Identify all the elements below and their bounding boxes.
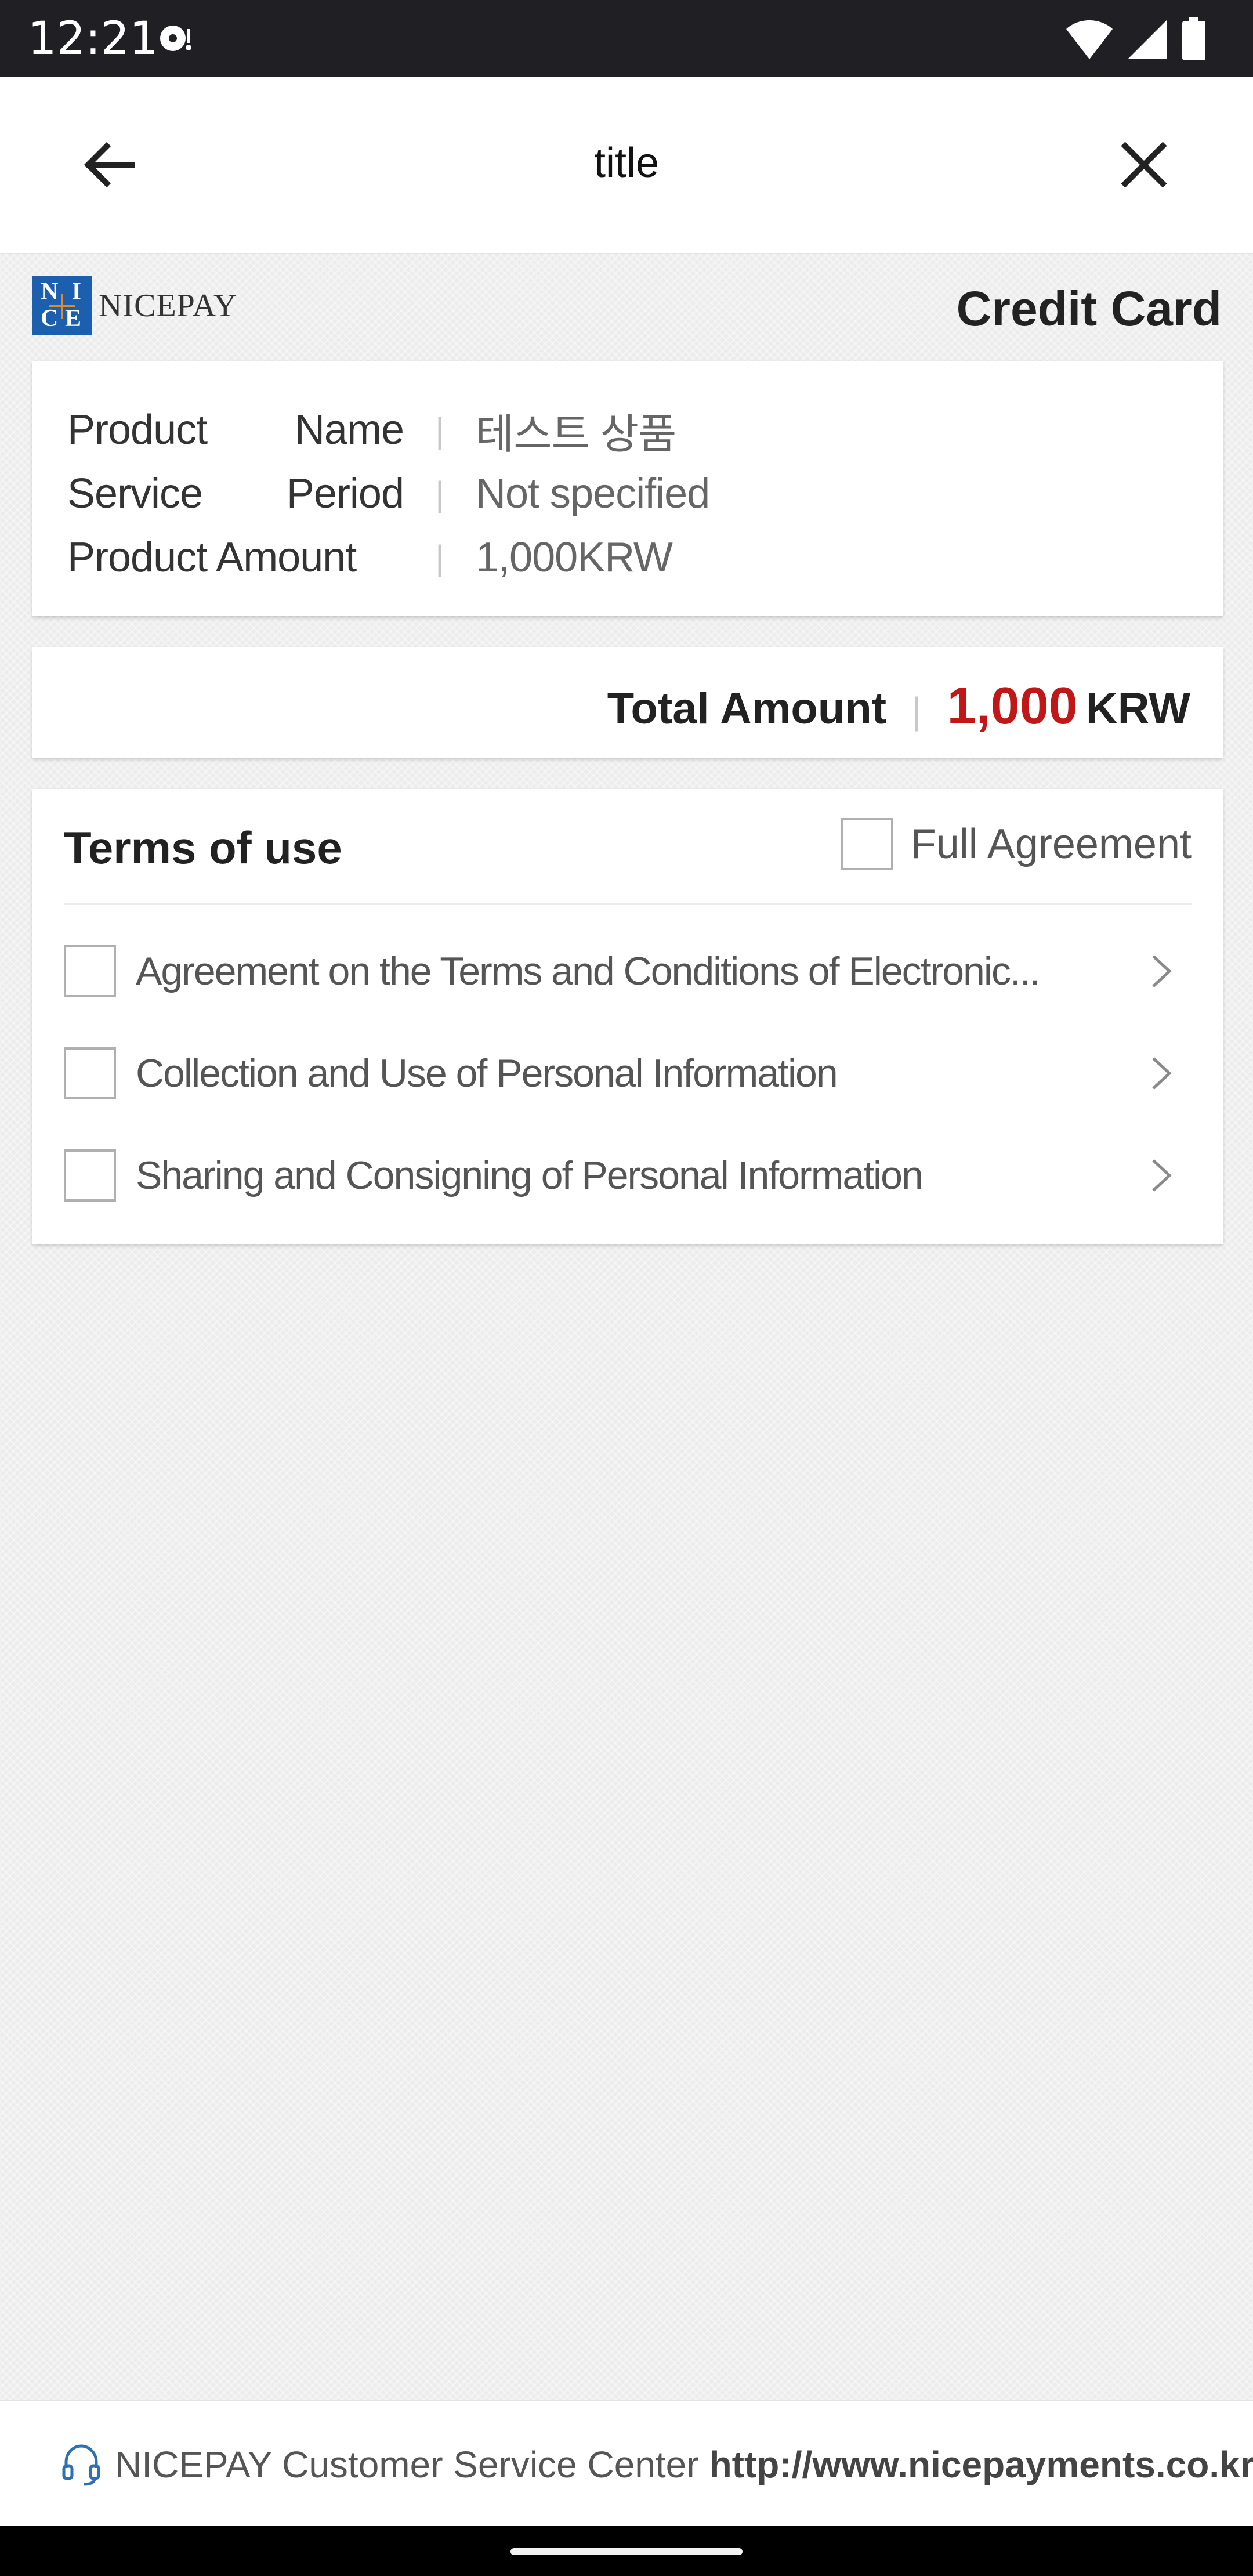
order-info-card: Product Name | 테스트 상품 Service Period | N…: [32, 361, 1223, 616]
term-label: Collection and Use of Personal Informati…: [136, 1051, 837, 1095]
terms-title: Terms of use: [64, 822, 342, 873]
full-agreement-label: Full Agreement: [910, 821, 1192, 867]
signal-icon: [1128, 20, 1167, 59]
customer-service-link[interactable]: http://www.nicepayments.co.kr: [709, 2443, 1253, 2486]
logo-letter: C: [41, 305, 59, 332]
battery-icon: [1182, 17, 1205, 60]
logo-letter: N: [41, 278, 59, 305]
divider: |: [435, 410, 444, 450]
info-key: Product Name: [67, 406, 404, 454]
status-time: 12:21: [28, 13, 158, 65]
divider: |: [435, 474, 444, 513]
logo-wordmark: NICEPAY: [99, 288, 238, 324]
divider: |: [912, 690, 922, 732]
logo-letter: E: [64, 305, 81, 332]
info-key-part: Product Amount: [67, 534, 357, 581]
info-key-part: Product: [67, 407, 208, 453]
payment-method-label: Credit Card: [956, 281, 1222, 336]
chevron-right-icon[interactable]: [1143, 1157, 1178, 1194]
info-row-product-name: Product Name | 테스트 상품: [67, 398, 1169, 462]
total-currency: KRW: [1085, 684, 1190, 733]
term-checkbox[interactable]: [64, 945, 116, 997]
wifi-icon: [1066, 20, 1113, 59]
status-icons: [1065, 17, 1207, 61]
total-amount-value: 1,000: [947, 677, 1078, 735]
term-label: Sharing and Consigning of Personal Infor…: [136, 1153, 922, 1197]
info-row-service-period: Service Period | Not specified: [67, 462, 1169, 526]
footer: NICEPAY Customer Service Center http://w…: [0, 2400, 1253, 2526]
home-gesture-handle[interactable]: [510, 2548, 743, 2555]
headset-icon: [62, 2444, 100, 2486]
order-info-table: Product Name | 테스트 상품 Service Period | N…: [67, 398, 1169, 589]
nice-logo-mark: N I C E: [32, 276, 92, 335]
app-bar: title: [0, 77, 1253, 254]
info-row-product-amount: Product Amount | 1,000KRW: [67, 526, 1169, 589]
brand-row: N I C E NICEPAY Credit Card: [32, 276, 1222, 352]
chevron-right-icon[interactable]: [1143, 1055, 1178, 1092]
payment-screen: 12:21 title N I C E NICEPAY Credit Card …: [0, 0, 1253, 2576]
info-value: 1,000KRW: [476, 534, 673, 581]
terms-header: Terms of use Full Agreement: [64, 789, 1192, 905]
info-key: Service Period: [67, 470, 404, 518]
total-amount-card: Total Amount | 1,000 KRW: [32, 647, 1223, 758]
info-key-part: Name: [294, 407, 404, 453]
customer-service-text: NICEPAY Customer Service Center: [115, 2444, 699, 2485]
full-agreement-checkbox[interactable]: [841, 818, 893, 870]
info-key-part: Service: [67, 471, 203, 517]
customer-service-line: NICEPAY Customer Service Center http://w…: [60, 2443, 1253, 2487]
chevron-right-icon[interactable]: [1143, 953, 1178, 990]
info-value: 테스트 상품: [476, 411, 676, 458]
full-agreement-toggle[interactable]: Full Agreement: [841, 818, 1192, 870]
status-bar: 12:21: [0, 0, 1253, 77]
total-line: Total Amount | 1,000 KRW: [607, 676, 1190, 736]
term-checkbox[interactable]: [64, 1047, 116, 1099]
logo-letter: I: [71, 278, 81, 305]
info-key: Product Amount: [67, 534, 404, 581]
term-item-personal-info-collection[interactable]: Collection and Use of Personal Informati…: [64, 1022, 1192, 1124]
media-icon: [160, 26, 191, 51]
term-item-personal-info-sharing[interactable]: Sharing and Consigning of Personal Infor…: [64, 1124, 1192, 1227]
total-label: Total Amount: [607, 684, 886, 733]
close-icon[interactable]: [1109, 130, 1179, 200]
term-item-electronic-finance[interactable]: Agreement on the Terms and Conditions of…: [64, 920, 1192, 1022]
info-value: Not specified: [476, 471, 710, 517]
logo-cross: [49, 305, 75, 307]
navigation-bar: [0, 2526, 1253, 2576]
terms-list: Agreement on the Terms and Conditions of…: [64, 920, 1192, 1227]
divider: |: [435, 538, 444, 577]
term-label: Agreement on the Terms and Conditions of…: [136, 949, 1040, 993]
nicepay-logo: N I C E NICEPAY: [32, 276, 237, 335]
terms-card: Terms of use Full Agreement Agreement on…: [32, 789, 1223, 1244]
info-key-part: Period: [286, 471, 404, 517]
term-checkbox[interactable]: [64, 1149, 116, 1202]
page-title: title: [593, 140, 660, 186]
